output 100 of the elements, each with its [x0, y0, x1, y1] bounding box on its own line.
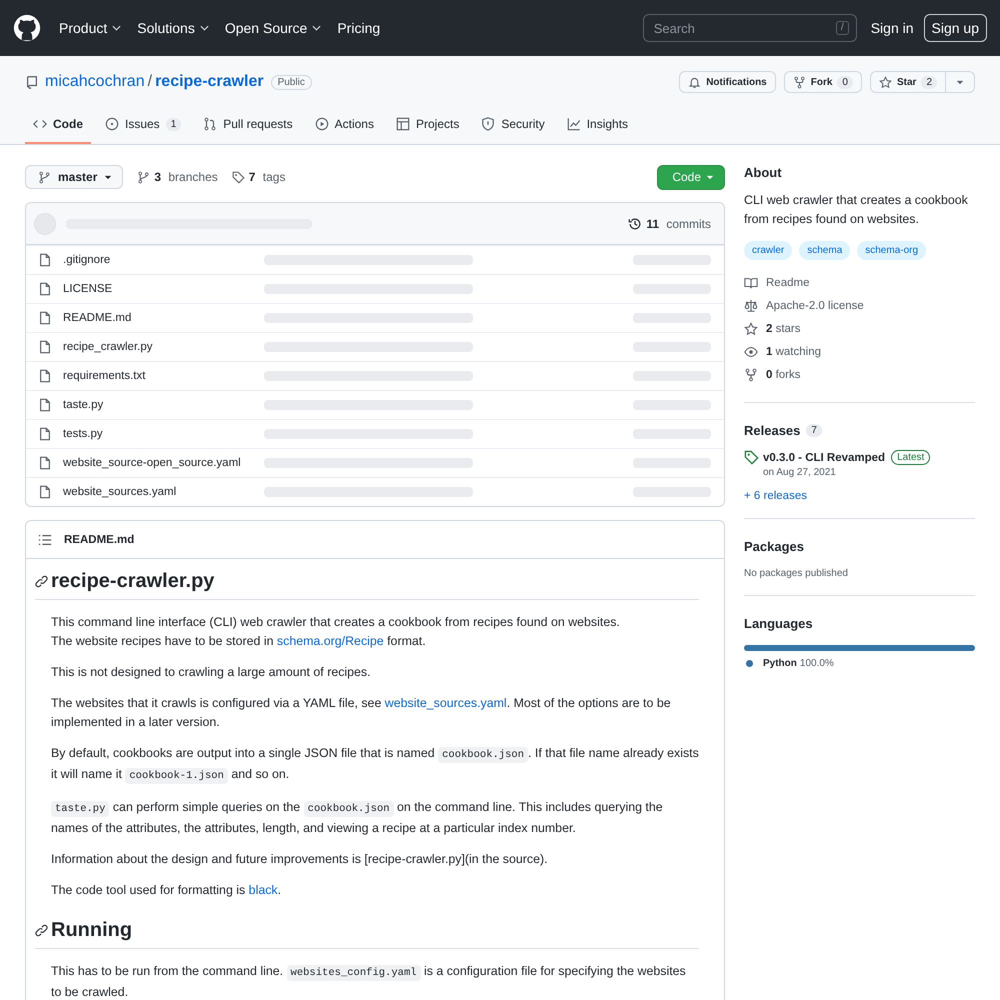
repo-stat-link[interactable]: Apache-2.0 license	[766, 300, 864, 312]
repo-action-button[interactable]: Star 2	[870, 71, 946, 93]
nav-menu-item[interactable]: Open Source	[224, 20, 322, 36]
readme-heading: recipe-crawler.py	[51, 570, 214, 593]
file-icon	[38, 456, 52, 470]
repo-owner-link[interactable]: micahcochran	[45, 73, 145, 91]
branch-icon	[137, 170, 150, 184]
star-icon	[744, 322, 758, 336]
file-icon	[38, 369, 52, 383]
inline-link[interactable]: black	[248, 883, 278, 897]
file-icon	[38, 253, 52, 267]
packages-heading[interactable]: Packages	[744, 539, 975, 554]
tags-link[interactable]: 7 tags	[232, 170, 286, 184]
repo-tab[interactable]: Insights	[558, 106, 636, 144]
readme-paragraph: Information about the design and future improvements is [recipe-crawler.py](in the source).	[51, 851, 549, 868]
topic-tag[interactable]: schema-org	[857, 241, 926, 260]
repo-tab[interactable]: Pull requests	[195, 106, 301, 144]
repo-stat-link[interactable]: Readme	[766, 276, 810, 288]
file-icon	[38, 398, 52, 412]
caret-icon	[104, 174, 112, 180]
repo-name-link[interactable]: recipe-crawler	[155, 73, 264, 91]
readme-title: README.md	[64, 534, 134, 546]
branches-link[interactable]: 3 branches	[137, 170, 218, 184]
release-date: on Aug 27, 2021	[763, 467, 837, 478]
count-badge: 7	[806, 424, 822, 437]
readme-paragraph: This is not designed to crawling a large amount of recipes.	[51, 664, 372, 681]
graph-icon	[566, 117, 581, 131]
file-name-link[interactable]: LICENSE	[63, 283, 264, 295]
book-icon	[744, 276, 758, 290]
fork-icon	[744, 368, 758, 382]
file-name-link[interactable]: requirements.txt	[63, 370, 264, 382]
branch-selector[interactable]: master	[25, 165, 124, 189]
tag-icon	[232, 170, 245, 184]
shortcut-key: /	[836, 21, 849, 35]
inline-link[interactable]: schema.org/Recipe	[276, 634, 384, 648]
file-name-link[interactable]: website_source-open_source.yaml	[63, 457, 264, 469]
commits-link[interactable]: 11 commits	[628, 216, 711, 230]
sign-up-button[interactable]: Sign up	[924, 14, 987, 42]
repo-description: CLI web crawler that creates a cookbook from recipes found on websites.	[744, 192, 969, 228]
topic-tag[interactable]: schema	[799, 241, 850, 260]
language-percent: 100.0%	[800, 658, 834, 669]
count-badge: 0	[837, 76, 853, 88]
readme-paragraph: By default, cookbooks are output into a single JSON file that is named cookbook.json . If that file name already exists it will name it cookbook-1.json and so on.	[51, 745, 699, 786]
list-icon[interactable]	[38, 532, 52, 546]
readme-paragraph: This command line interface (CLI) web crawler that creates a cookbook from recipes found on websites. The website recipes have to be stored in schema.org/Recipe format.	[51, 614, 621, 650]
star-icon	[878, 76, 892, 88]
more-releases-link[interactable]: + 6 releases	[744, 490, 975, 502]
octocat-logo-icon[interactable]	[13, 14, 41, 42]
file-name-link[interactable]: website_sources.yaml	[63, 486, 264, 498]
fork-icon	[792, 76, 806, 88]
file-name-link[interactable]: taste.py	[63, 399, 264, 411]
bell-icon	[688, 76, 702, 88]
inline-link[interactable]: website_sources.yaml	[384, 696, 507, 710]
star-list-dropdown[interactable]	[946, 71, 975, 93]
scale-icon	[744, 298, 758, 312]
shield-icon	[481, 117, 496, 131]
release-link[interactable]: v0.3.0 - CLI Revamped	[763, 452, 886, 464]
pr-icon	[203, 117, 218, 131]
topic-tag[interactable]: crawler	[744, 241, 792, 260]
issue-icon	[105, 117, 119, 131]
releases-heading[interactable]: Releases	[744, 423, 800, 438]
file-name-link[interactable]: tests.py	[63, 428, 264, 440]
file-icon	[38, 311, 52, 325]
repo-action-button[interactable]: Notifications	[679, 71, 776, 93]
repository-icon	[25, 75, 39, 89]
link-icon[interactable]	[35, 924, 48, 937]
nav-menu-item[interactable]: Solutions	[137, 20, 209, 36]
repo-stat-link[interactable]: 0 forks	[766, 368, 801, 380]
repo-tab[interactable]: Security	[473, 106, 553, 144]
readme-heading: Running	[51, 919, 132, 942]
play-icon	[314, 117, 329, 131]
tag-icon	[744, 450, 759, 465]
readme-paragraph: The code tool used for formatting is black.	[51, 882, 282, 899]
count-badge: 2	[921, 76, 937, 88]
visibility-label: Public	[270, 74, 312, 90]
path-separator: /	[148, 73, 152, 91]
repo-action-button[interactable]: Fork 0	[784, 71, 862, 93]
file-name-link[interactable]: recipe_crawler.py	[63, 341, 264, 353]
nav-menu-item[interactable]: Product	[59, 20, 122, 36]
about-heading: About	[744, 165, 783, 180]
repo-tab[interactable]: Issues 1	[97, 106, 190, 144]
file-icon	[38, 282, 52, 296]
file-name-link[interactable]: README.md	[63, 312, 264, 324]
repo-tab[interactable]: Code	[25, 106, 91, 144]
repo-stat-link[interactable]: 1 watching	[766, 346, 821, 358]
file-name-link[interactable]: .gitignore	[63, 254, 264, 266]
nav-menu-item[interactable]: Pricing	[337, 20, 380, 36]
readme-paragraph: The websites that it crawls is configured via a YAML file, see website_sources.yaml. Most of the options are to be implemented in a later version.	[51, 695, 672, 731]
languages-heading: Languages	[744, 616, 814, 631]
repo-stat-link[interactable]: 2 stars	[766, 322, 801, 334]
eye-icon	[744, 344, 758, 358]
sign-in-link[interactable]: Sign in	[870, 20, 914, 36]
repo-tab[interactable]: Actions	[306, 106, 382, 144]
language-name: Python	[763, 658, 797, 669]
latest-label: Latest	[891, 450, 930, 465]
branch-icon	[38, 170, 51, 184]
repo-tab[interactable]: Projects	[388, 106, 468, 144]
link-icon[interactable]	[35, 575, 48, 588]
caret-icon	[706, 174, 714, 180]
empty-packages-text: No packages published	[744, 568, 849, 579]
